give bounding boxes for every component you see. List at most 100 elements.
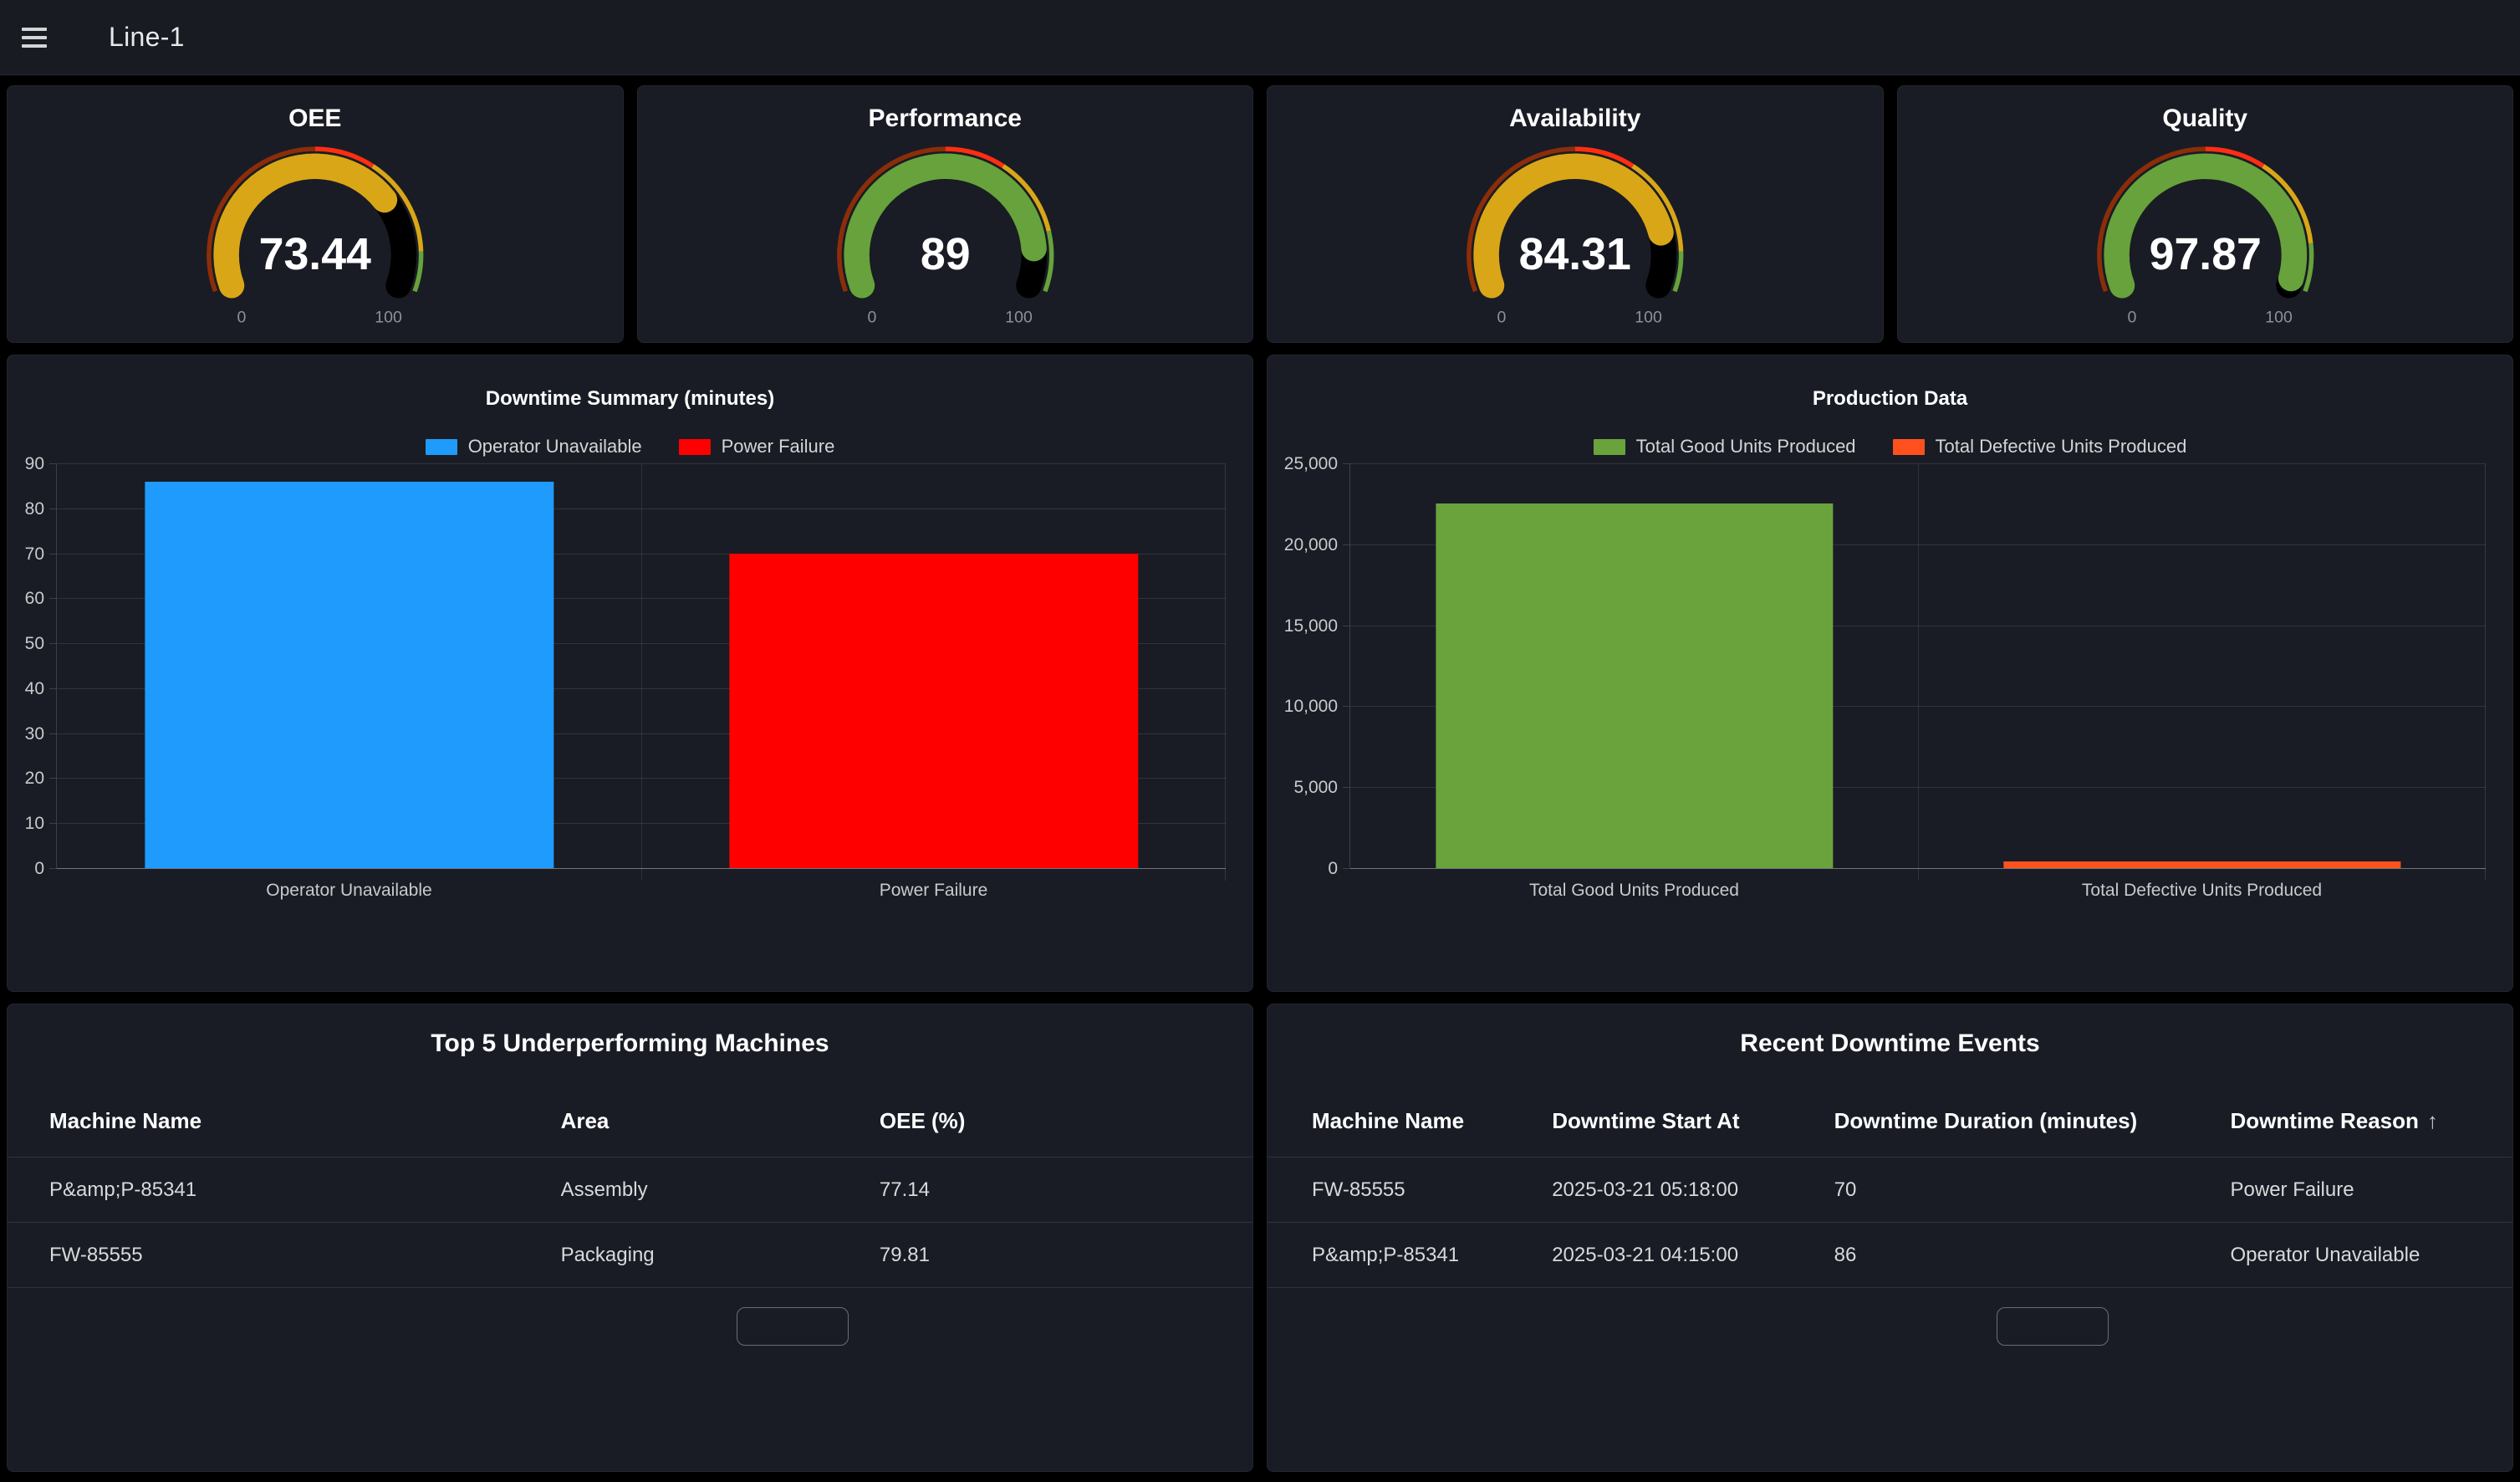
column-header-downtime-reason[interactable]: Downtime Reason ↑ bbox=[2231, 1108, 2512, 1134]
sort-ascending-icon: ↑ bbox=[2427, 1108, 2438, 1134]
y-tick-mark bbox=[49, 463, 57, 464]
legend-item-total-good-units-produced[interactable]: Total Good Units Produced bbox=[1594, 436, 1856, 457]
menu-button[interactable] bbox=[22, 16, 65, 59]
cell-machine-name: P&amp;P-85341 bbox=[49, 1178, 561, 1202]
y-tick-label: 70 bbox=[25, 544, 44, 565]
gauge-arc: 97.870100 bbox=[1898, 135, 2513, 339]
column-header-oee[interactable]: OEE (%) bbox=[880, 1108, 1252, 1134]
bar-total-defective-units-produced[interactable] bbox=[2003, 861, 2400, 868]
y-tick-label: 10 bbox=[25, 814, 44, 834]
gauge-max-label: 100 bbox=[375, 308, 402, 326]
legend-item-total-defective-units-produced[interactable]: Total Defective Units Produced bbox=[1893, 436, 2187, 457]
y-tick-mark bbox=[49, 688, 57, 689]
column-header-label: Downtime Reason bbox=[2231, 1108, 2419, 1134]
legend-label: Total Defective Units Produced bbox=[1936, 436, 2187, 457]
table-row: FW-855552025-03-21 05:18:0070Power Failu… bbox=[1268, 1157, 2512, 1223]
gauge-value-text: 73.44 bbox=[259, 229, 371, 279]
cell-oee: 77.14 bbox=[880, 1178, 1252, 1202]
chart-legend: Operator Unavailable Power Failure bbox=[8, 436, 1252, 457]
cell-downtime-reason: Operator Unavailable bbox=[2231, 1244, 2512, 1267]
table-row: P&amp;P-853412025-03-21 04:15:0086Operat… bbox=[1268, 1223, 2512, 1288]
table-pager-button[interactable] bbox=[737, 1307, 849, 1346]
gauge-min-label: 0 bbox=[237, 308, 246, 326]
table-row: FW-85555Packaging79.81 bbox=[8, 1223, 1252, 1288]
dashboard-grid: OEE73.440100Performance890100Availabilit… bbox=[0, 75, 2520, 1482]
legend-item-power-failure[interactable]: Power Failure bbox=[679, 436, 835, 457]
column-header-area[interactable]: Area bbox=[561, 1108, 880, 1134]
y-tick-mark bbox=[49, 508, 57, 509]
gauge-panel-performance: Performance890100 bbox=[637, 85, 1254, 343]
table-title: Recent Downtime Events bbox=[1268, 1004, 2512, 1085]
legend-swatch bbox=[679, 439, 711, 455]
y-axis: 0102030405060708090 bbox=[8, 464, 56, 869]
bar-power-failure[interactable] bbox=[729, 554, 1138, 868]
category-divider-line bbox=[641, 464, 642, 881]
gauge-arc: 890100 bbox=[638, 135, 1253, 339]
table-header-row: Machine NameDowntime Start AtDowntime Du… bbox=[1268, 1085, 2512, 1157]
chart-title: Downtime Summary (minutes) bbox=[8, 355, 1252, 411]
column-header-machine-name[interactable]: Machine Name bbox=[49, 1108, 561, 1134]
chart-panel-production-data: Production Data Total Good Units Produced… bbox=[1267, 355, 2513, 992]
gauge-panel-availability: Availability84.310100 bbox=[1267, 85, 1884, 343]
y-tick-label: 0 bbox=[34, 859, 44, 879]
column-header-label: OEE (%) bbox=[880, 1108, 966, 1134]
gauge-value-text: 97.87 bbox=[2149, 229, 2261, 279]
column-header-downtime-start-at[interactable]: Downtime Start At bbox=[1552, 1108, 1834, 1134]
y-tick-mark bbox=[49, 643, 57, 644]
y-tick-mark bbox=[49, 733, 57, 734]
table-title: Top 5 Underperforming Machines bbox=[8, 1004, 1252, 1085]
x-axis-label: Power Failure bbox=[641, 881, 1226, 901]
gauge-panel-oee: OEE 73.44 0 100 bbox=[7, 85, 624, 343]
cell-machine-name: FW-85555 bbox=[49, 1244, 561, 1267]
legend-label: Total Good Units Produced bbox=[1636, 436, 1856, 457]
gauge-arc: 73.44 0 100 bbox=[8, 135, 623, 339]
column-header-label: Area bbox=[561, 1108, 610, 1134]
gauge-min-label: 0 bbox=[867, 308, 876, 326]
table-row: P&amp;P-85341Assembly77.14 bbox=[8, 1157, 1252, 1223]
cell-downtime-duration-minutes: 86 bbox=[1834, 1244, 2231, 1267]
y-tick-label: 80 bbox=[25, 499, 44, 519]
gauge-value-text: 84.31 bbox=[1519, 229, 1631, 279]
gauge: 84.310100 bbox=[1268, 135, 1883, 339]
cell-downtime-reason: Power Failure bbox=[2231, 1178, 2512, 1202]
legend-swatch bbox=[426, 439, 457, 455]
y-tick-label: 10,000 bbox=[1284, 697, 1338, 717]
chart-panel-downtime-summary-minutes: Downtime Summary (minutes) Operator Unava… bbox=[7, 355, 1253, 992]
table-pager-button[interactable] bbox=[1997, 1307, 2109, 1346]
table-panel-recent-downtime-events: Recent Downtime EventsMachine NameDownti… bbox=[1267, 1004, 2513, 1472]
cell-oee: 79.81 bbox=[880, 1244, 1252, 1267]
table-header-row: Machine Name Area OEE (%) bbox=[8, 1085, 1252, 1157]
gauge-title: Quality bbox=[1898, 86, 2513, 133]
column-header-downtime-duration-minutes[interactable]: Downtime Duration (minutes) bbox=[1834, 1108, 2231, 1134]
table-panel-top-5-underperforming-machines: Top 5 Underperforming MachinesMachine Na… bbox=[7, 1004, 1253, 1472]
chart-legend: Total Good Units Produced Total Defective… bbox=[1268, 436, 2512, 457]
cell-downtime-duration-minutes: 70 bbox=[1834, 1178, 2231, 1202]
menu-icon bbox=[22, 36, 47, 39]
app-header: Line-1 bbox=[0, 0, 2520, 75]
gauge-min-label: 0 bbox=[2127, 308, 2136, 326]
y-tick-mark bbox=[1343, 706, 1350, 707]
column-header-label: Machine Name bbox=[49, 1108, 201, 1134]
legend-label: Power Failure bbox=[722, 436, 835, 457]
cell-area: Assembly bbox=[561, 1178, 880, 1202]
y-tick-label: 5,000 bbox=[1293, 778, 1338, 798]
cell-downtime-start-at: 2025-03-21 05:18:00 bbox=[1552, 1178, 1834, 1202]
gauge-title: Availability bbox=[1268, 86, 1883, 133]
legend-item-operator-unavailable[interactable]: Operator Unavailable bbox=[426, 436, 642, 457]
bar-operator-unavailable[interactable] bbox=[145, 482, 553, 868]
y-tick-mark bbox=[1343, 868, 1350, 869]
plot-right-border bbox=[2485, 464, 2486, 881]
chart-title: Production Data bbox=[1268, 355, 2512, 411]
y-tick-mark bbox=[49, 868, 57, 869]
legend-swatch bbox=[1893, 439, 1925, 455]
y-tick-label: 15,000 bbox=[1284, 616, 1338, 636]
column-header-machine-name[interactable]: Machine Name bbox=[1312, 1108, 1552, 1134]
gauge-value-text: 89 bbox=[920, 229, 970, 279]
gauge-panel-quality: Quality97.870100 bbox=[1897, 85, 2514, 343]
column-header-label: Downtime Duration (minutes) bbox=[1834, 1108, 2138, 1134]
gauge-title: OEE bbox=[8, 86, 623, 133]
plot-right-border bbox=[1225, 464, 1226, 881]
x-axis-label: Operator Unavailable bbox=[57, 881, 641, 901]
menu-icon bbox=[22, 44, 47, 48]
bar-total-good-units-produced[interactable] bbox=[1436, 503, 1833, 868]
